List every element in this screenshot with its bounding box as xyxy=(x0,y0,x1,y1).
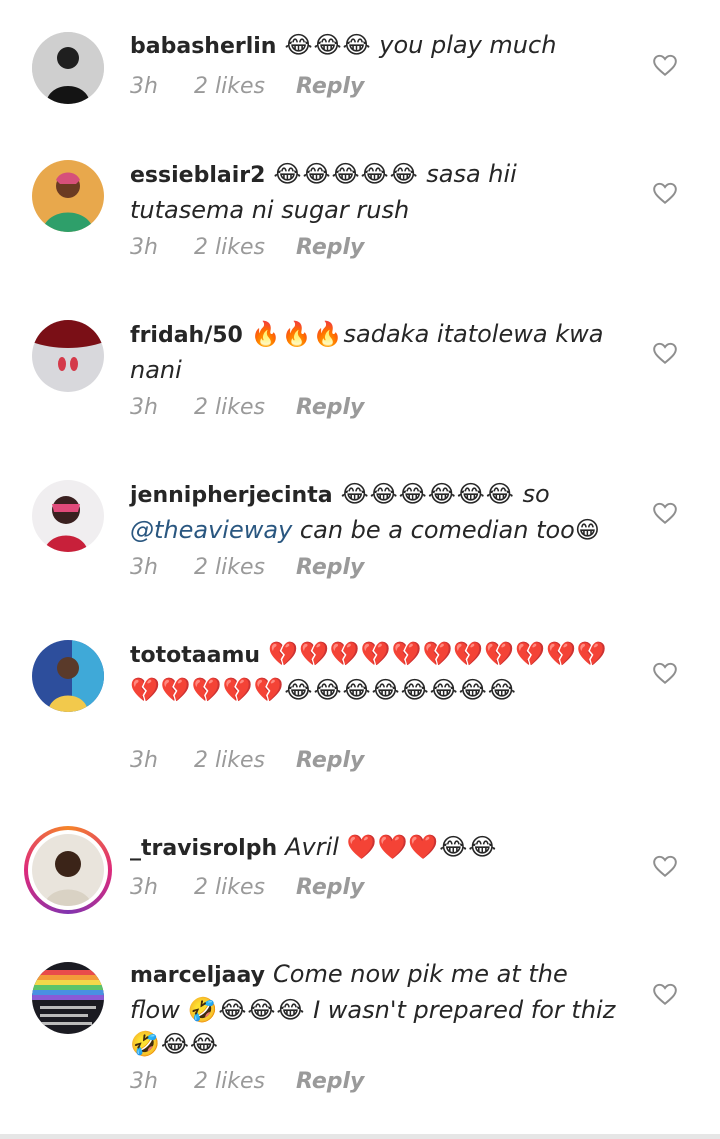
emoji: 🤣😂😂 xyxy=(130,1030,219,1058)
avatar[interactable] xyxy=(32,480,104,552)
comment-body: can be a comedian too xyxy=(292,516,575,544)
like-heart-icon[interactable] xyxy=(652,500,678,526)
mention-link[interactable]: @theavieway xyxy=(130,516,292,544)
comment-body: so xyxy=(514,480,550,508)
comment-meta: 3h 2 likes Reply xyxy=(130,235,364,260)
comment-likes[interactable]: 2 likes xyxy=(194,235,296,260)
comment-username[interactable]: jennipherjecinta xyxy=(130,483,333,508)
like-heart-icon[interactable] xyxy=(652,180,678,206)
like-heart-icon[interactable] xyxy=(652,52,678,78)
comment-time: 3h xyxy=(130,235,158,260)
comment-meta: 3h 2 likes Reply xyxy=(130,74,364,99)
comment-likes[interactable]: 2 likes xyxy=(194,555,296,580)
reply-button[interactable]: Reply xyxy=(296,555,364,580)
comment-username[interactable]: marceljaay xyxy=(130,963,265,988)
reply-button[interactable]: Reply xyxy=(296,235,364,260)
comment-time: 3h xyxy=(130,875,158,900)
avatar[interactable] xyxy=(32,834,104,906)
comment-meta: 3h 2 likes Reply xyxy=(130,748,364,773)
comment-likes[interactable]: 2 likes xyxy=(194,1069,296,1094)
like-heart-icon[interactable] xyxy=(652,853,678,879)
like-heart-icon[interactable] xyxy=(652,340,678,366)
comment-time: 3h xyxy=(130,748,158,773)
comment-likes[interactable]: 2 likes xyxy=(194,395,296,420)
reply-button[interactable]: Reply xyxy=(296,748,364,773)
like-heart-icon[interactable] xyxy=(652,981,678,1007)
comment-time: 3h xyxy=(130,555,158,580)
avatar[interactable] xyxy=(32,32,104,104)
comment-username[interactable]: _travisrolph xyxy=(130,836,277,861)
comment-text: _travisrolph Avril ❤️❤️❤️😂😂 xyxy=(130,830,620,866)
comment-meta: 3h 2 likes Reply xyxy=(130,1069,364,1094)
comment-text: essieblair2 😂😂😂😂😂 sasa hii tutasema ni su… xyxy=(130,157,620,227)
comment-text: marceljaay Come now pik me at the flow 🤣😂… xyxy=(130,957,620,1061)
comment-likes[interactable]: 2 likes xyxy=(194,748,296,773)
comment-time: 3h xyxy=(130,1069,158,1094)
comment-likes[interactable]: 2 likes xyxy=(194,74,296,99)
avatar[interactable] xyxy=(32,640,104,712)
comment-username[interactable]: essieblair2 xyxy=(130,163,265,188)
avatar[interactable] xyxy=(32,320,104,392)
avatar[interactable] xyxy=(32,962,104,1034)
avatar[interactable] xyxy=(32,160,104,232)
emoji: 😂😂😂😂😂😂 xyxy=(340,480,515,508)
comment-text: babasherlin 😂😂😂 you play much xyxy=(130,28,620,64)
emoji: 😁 xyxy=(574,516,601,544)
emoji: 😂😂😂 xyxy=(284,31,372,59)
reply-button[interactable]: Reply xyxy=(296,875,364,900)
story-ring[interactable] xyxy=(24,826,112,914)
comment-likes[interactable]: 2 likes xyxy=(194,875,296,900)
comment-body: I wasn't prepared for thiz xyxy=(305,996,616,1024)
comment-text: tototaamu 💔💔💔💔💔💔💔💔💔💔💔💔💔💔💔💔😂😂😂😂😂😂😂😂 xyxy=(130,637,620,707)
comment-username[interactable]: tototaamu xyxy=(130,643,260,668)
emoji: 🔥🔥🔥 xyxy=(250,320,344,348)
reply-button[interactable]: Reply xyxy=(296,1069,364,1094)
reply-button[interactable]: Reply xyxy=(296,74,364,99)
comment-meta: 3h 2 likes Reply xyxy=(130,555,364,580)
comment-meta: 3h 2 likes Reply xyxy=(130,875,364,900)
reply-button[interactable]: Reply xyxy=(296,395,364,420)
emoji: 😂😂😂😂😂 xyxy=(273,160,419,188)
comment-time: 3h xyxy=(130,395,158,420)
comment-body: Avril xyxy=(285,833,347,861)
comment-username[interactable]: babasherlin xyxy=(130,34,276,59)
like-heart-icon[interactable] xyxy=(652,660,678,686)
emoji: 🤣😂😂😂 xyxy=(187,996,306,1024)
comment-meta: 3h 2 likes Reply xyxy=(130,395,364,420)
bottom-divider xyxy=(0,1134,720,1139)
comment-text: fridah/50 🔥🔥🔥sadaka itatolewa kwa nani xyxy=(130,317,620,387)
comment-time: 3h xyxy=(130,74,158,99)
comment-text: jennipherjecinta 😂😂😂😂😂😂 so @theavieway ca… xyxy=(130,477,620,547)
comment-body: you play much xyxy=(371,31,557,59)
comment-username[interactable]: fridah/50 xyxy=(130,323,243,348)
emoji: ❤️❤️❤️😂😂 xyxy=(346,833,498,861)
